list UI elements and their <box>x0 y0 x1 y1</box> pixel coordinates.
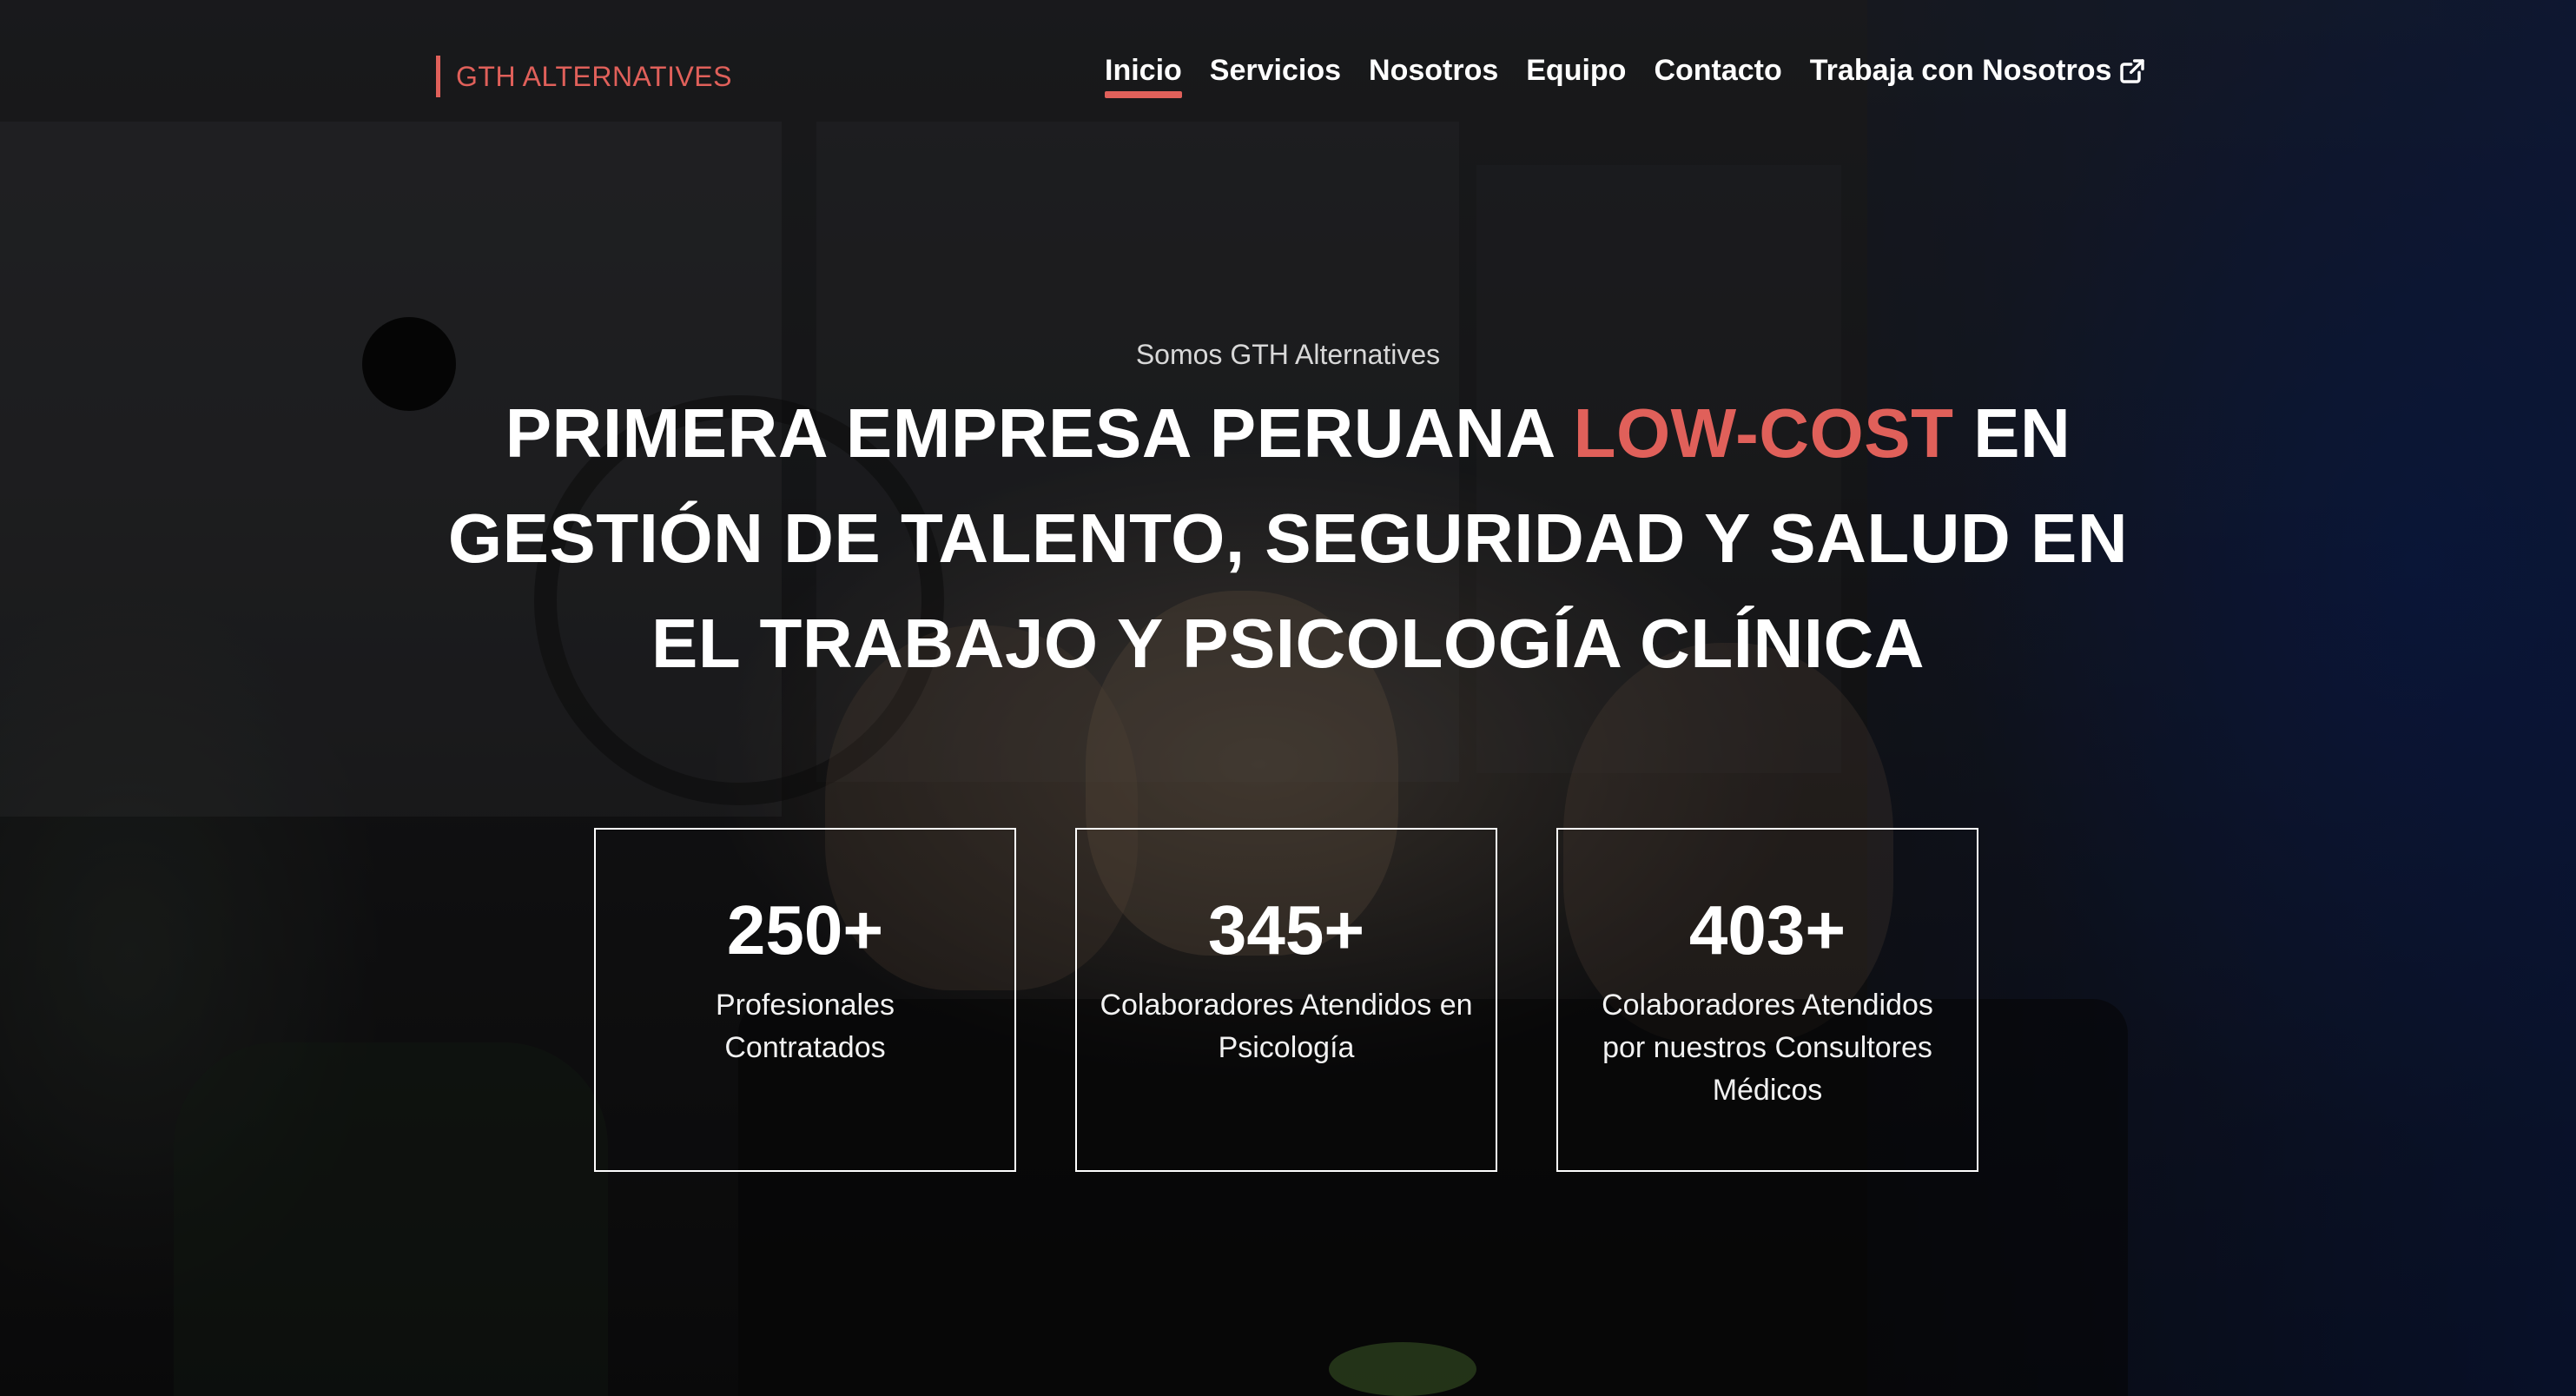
brand-logo-text: GTH ALTERNATIVES <box>456 60 732 92</box>
nav-item-equipo[interactable]: Equipo <box>1526 54 1626 93</box>
headline-text: PRIMERA EMPRESA PERUANA <box>505 394 1574 472</box>
stat-card-profesionales: 250+ Profesionales Contratados <box>594 828 1016 1172</box>
hero-background <box>0 0 2576 1396</box>
nav-item-inicio[interactable]: Inicio <box>1105 54 1182 98</box>
nav-item-contacto[interactable]: Contacto <box>1654 54 1781 93</box>
main-nav: Inicio Servicios Nosotros Equipo Contact… <box>1105 54 2147 98</box>
stat-value: 345+ <box>1207 891 1365 969</box>
brand-logo[interactable]: GTH ALTERNATIVES <box>436 56 732 97</box>
nav-item-nosotros[interactable]: Nosotros <box>1369 54 1498 93</box>
nav-item-label: Contacto <box>1654 54 1782 87</box>
stat-label: Colaboradores Atendidos en Psicología <box>1100 989 1473 1064</box>
stat-value: 403+ <box>1688 891 1846 969</box>
external-link-icon <box>2120 58 2145 83</box>
nav-item-label: Nosotros <box>1369 54 1499 87</box>
stat-value: 250+ <box>726 891 884 969</box>
stat-card-consultores-medicos: 403+ Colaboradores Atendidos por nuestro… <box>1556 828 1978 1172</box>
hero-subtitle: Somos GTH Alternatives <box>1135 339 1441 370</box>
nav-item-servicios[interactable]: Servicios <box>1210 54 1341 93</box>
hero-headline: PRIMERA EMPRESA PERUANA LOW-COST EN GEST… <box>419 380 2157 696</box>
stat-card-psicologia: 345+ Colaboradores Atendidos en Psicolog… <box>1075 828 1497 1172</box>
nav-item-trabaja-con-nosotros[interactable]: Trabaja con Nosotros <box>1810 54 2147 93</box>
nav-item-label: Servicios <box>1209 54 1342 87</box>
headline-accent: LOW-COST <box>1573 394 1954 472</box>
site-header: GTH ALTERNATIVES Inicio Servicios Nosotr… <box>0 0 2576 156</box>
dark-overlay <box>0 0 2576 1396</box>
stat-label: Profesionales Contratados <box>715 989 895 1064</box>
stat-label: Colaboradores Atendidos por nuestros Con… <box>1602 989 1933 1107</box>
nav-item-label: Trabaja con Nosotros <box>1809 54 2112 87</box>
nav-item-label: Inicio <box>1105 54 1182 87</box>
nav-item-label: Equipo <box>1526 54 1627 87</box>
